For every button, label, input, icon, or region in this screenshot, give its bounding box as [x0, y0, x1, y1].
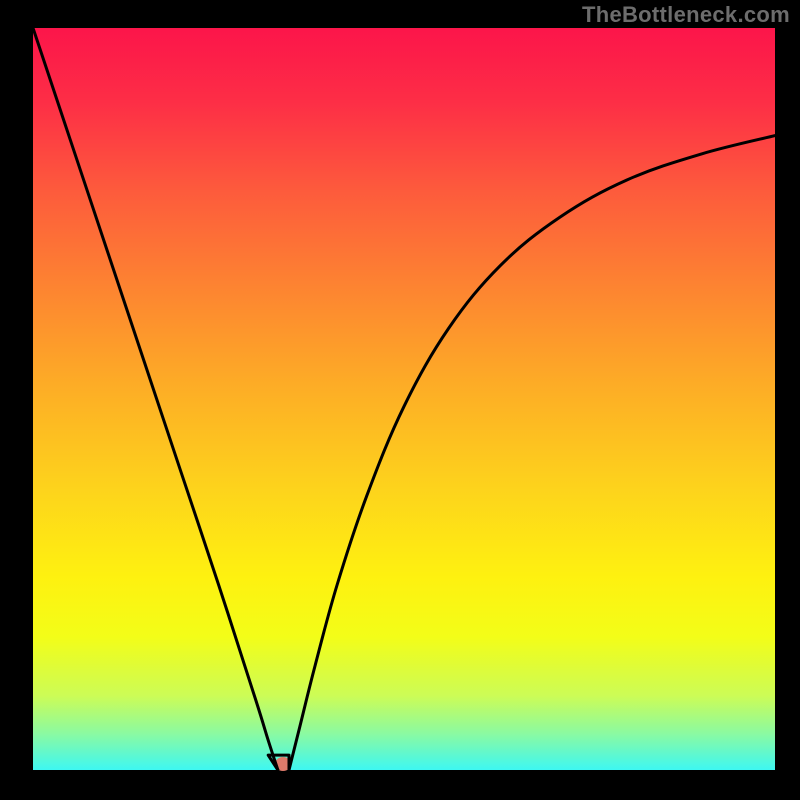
- curve-right-branch: [289, 136, 775, 770]
- plot-area: [33, 28, 775, 770]
- curve-left-branch: [33, 28, 278, 770]
- watermark-text: TheBottleneck.com: [582, 2, 790, 28]
- chart-frame: TheBottleneck.com: [0, 0, 800, 800]
- curve-svg: [33, 28, 775, 770]
